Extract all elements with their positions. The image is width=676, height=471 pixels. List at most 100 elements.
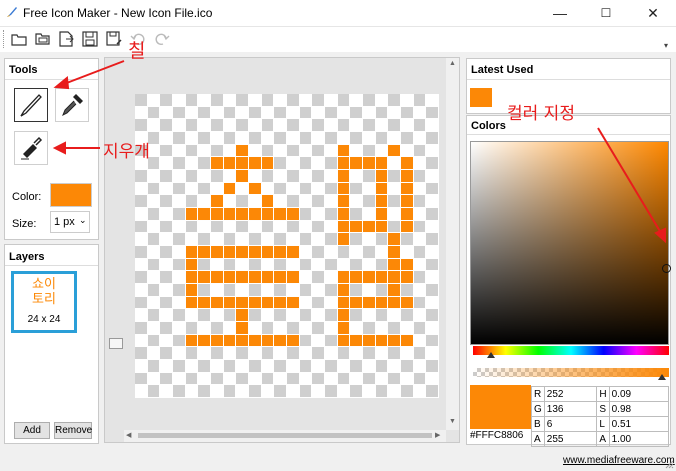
empty-pixel[interactable] — [426, 157, 439, 170]
empty-pixel[interactable] — [185, 119, 199, 132]
filled-pixel[interactable] — [185, 207, 199, 221]
redo-icon[interactable] — [153, 30, 171, 48]
empty-pixel[interactable] — [261, 258, 275, 272]
empty-pixel[interactable] — [413, 245, 427, 259]
empty-pixel[interactable] — [426, 220, 439, 234]
empty-pixel[interactable] — [274, 233, 287, 246]
empty-pixel[interactable] — [286, 372, 300, 386]
empty-pixel[interactable] — [185, 220, 199, 234]
empty-pixel[interactable] — [160, 106, 173, 120]
saturation-value-picker[interactable] — [470, 141, 671, 345]
empty-pixel[interactable] — [160, 271, 173, 284]
empty-pixel[interactable] — [299, 283, 313, 297]
empty-pixel[interactable] — [426, 233, 439, 246]
empty-pixel[interactable] — [274, 106, 287, 120]
empty-pixel[interactable] — [223, 347, 237, 360]
empty-pixel[interactable] — [362, 245, 376, 259]
empty-pixel[interactable] — [413, 182, 427, 196]
empty-pixel[interactable] — [210, 347, 224, 360]
canvas-resize-handle[interactable] — [109, 338, 123, 349]
empty-pixel[interactable] — [400, 359, 414, 373]
empty-pixel[interactable] — [375, 385, 389, 398]
empty-pixel[interactable] — [185, 182, 199, 196]
empty-pixel[interactable] — [312, 283, 325, 297]
empty-pixel[interactable] — [400, 119, 414, 132]
empty-pixel[interactable] — [362, 144, 376, 158]
empty-pixel[interactable] — [312, 334, 325, 348]
empty-pixel[interactable] — [274, 372, 287, 386]
empty-pixel[interactable] — [147, 334, 161, 348]
empty-pixel[interactable] — [248, 119, 262, 132]
empty-pixel[interactable] — [223, 195, 237, 208]
filled-pixel[interactable] — [248, 271, 262, 284]
filled-pixel[interactable] — [223, 296, 237, 310]
empty-pixel[interactable] — [400, 233, 414, 246]
empty-pixel[interactable] — [324, 258, 338, 272]
color-swatch-button[interactable] — [50, 183, 92, 207]
filled-pixel[interactable] — [388, 271, 401, 284]
empty-pixel[interactable] — [248, 106, 262, 120]
empty-pixel[interactable] — [261, 169, 275, 183]
size-select[interactable]: 1 px ⌄ — [50, 211, 90, 233]
filled-pixel[interactable] — [337, 220, 351, 234]
empty-pixel[interactable] — [362, 258, 376, 272]
empty-pixel[interactable] — [350, 144, 363, 158]
empty-pixel[interactable] — [160, 119, 173, 132]
filled-pixel[interactable] — [274, 296, 287, 310]
empty-pixel[interactable] — [172, 131, 186, 145]
empty-pixel[interactable] — [337, 258, 351, 272]
filled-pixel[interactable] — [223, 334, 237, 348]
empty-pixel[interactable] — [185, 106, 199, 120]
filled-pixel[interactable] — [261, 334, 275, 348]
empty-pixel[interactable] — [248, 347, 262, 360]
empty-pixel[interactable] — [350, 385, 363, 398]
pixel-grid[interactable] — [135, 94, 439, 398]
empty-pixel[interactable] — [426, 106, 439, 120]
empty-pixel[interactable] — [388, 131, 401, 145]
empty-pixel[interactable] — [299, 233, 313, 246]
empty-pixel[interactable] — [160, 245, 173, 259]
empty-pixel[interactable] — [388, 106, 401, 120]
empty-pixel[interactable] — [210, 385, 224, 398]
empty-pixel[interactable] — [324, 119, 338, 132]
empty-pixel[interactable] — [375, 233, 389, 246]
empty-pixel[interactable] — [135, 283, 148, 297]
filled-pixel[interactable] — [248, 245, 262, 259]
empty-pixel[interactable] — [324, 195, 338, 208]
empty-pixel[interactable] — [312, 157, 325, 170]
filled-pixel[interactable] — [274, 334, 287, 348]
empty-pixel[interactable] — [135, 207, 148, 221]
empty-pixel[interactable] — [236, 258, 249, 272]
filled-pixel[interactable] — [223, 207, 237, 221]
empty-pixel[interactable] — [375, 106, 389, 120]
empty-pixel[interactable] — [299, 131, 313, 145]
empty-pixel[interactable] — [426, 258, 439, 272]
filled-pixel[interactable] — [223, 245, 237, 259]
empty-pixel[interactable] — [286, 220, 300, 234]
filled-pixel[interactable] — [337, 334, 351, 348]
empty-pixel[interactable] — [172, 372, 186, 386]
empty-pixel[interactable] — [198, 131, 211, 145]
filled-pixel[interactable] — [248, 207, 262, 221]
empty-pixel[interactable] — [362, 359, 376, 373]
empty-pixel[interactable] — [426, 372, 439, 386]
filled-pixel[interactable] — [223, 157, 237, 170]
empty-pixel[interactable] — [299, 220, 313, 234]
open-icon[interactable] — [34, 30, 52, 48]
filled-pixel[interactable] — [185, 296, 199, 310]
filled-pixel[interactable] — [274, 207, 287, 221]
empty-pixel[interactable] — [274, 195, 287, 208]
empty-pixel[interactable] — [261, 347, 275, 360]
empty-pixel[interactable] — [286, 321, 300, 335]
empty-pixel[interactable] — [185, 372, 199, 386]
empty-pixel[interactable] — [299, 334, 313, 348]
empty-pixel[interactable] — [337, 372, 351, 386]
empty-pixel[interactable] — [413, 207, 427, 221]
export-icon[interactable] — [57, 30, 75, 48]
empty-pixel[interactable] — [198, 233, 211, 246]
empty-pixel[interactable] — [147, 245, 161, 259]
empty-pixel[interactable] — [413, 220, 427, 234]
empty-pixel[interactable] — [312, 385, 325, 398]
empty-pixel[interactable] — [236, 94, 249, 107]
layer-thumbnail[interactable]: 쇼이 토리 24 x 24 — [11, 271, 77, 333]
